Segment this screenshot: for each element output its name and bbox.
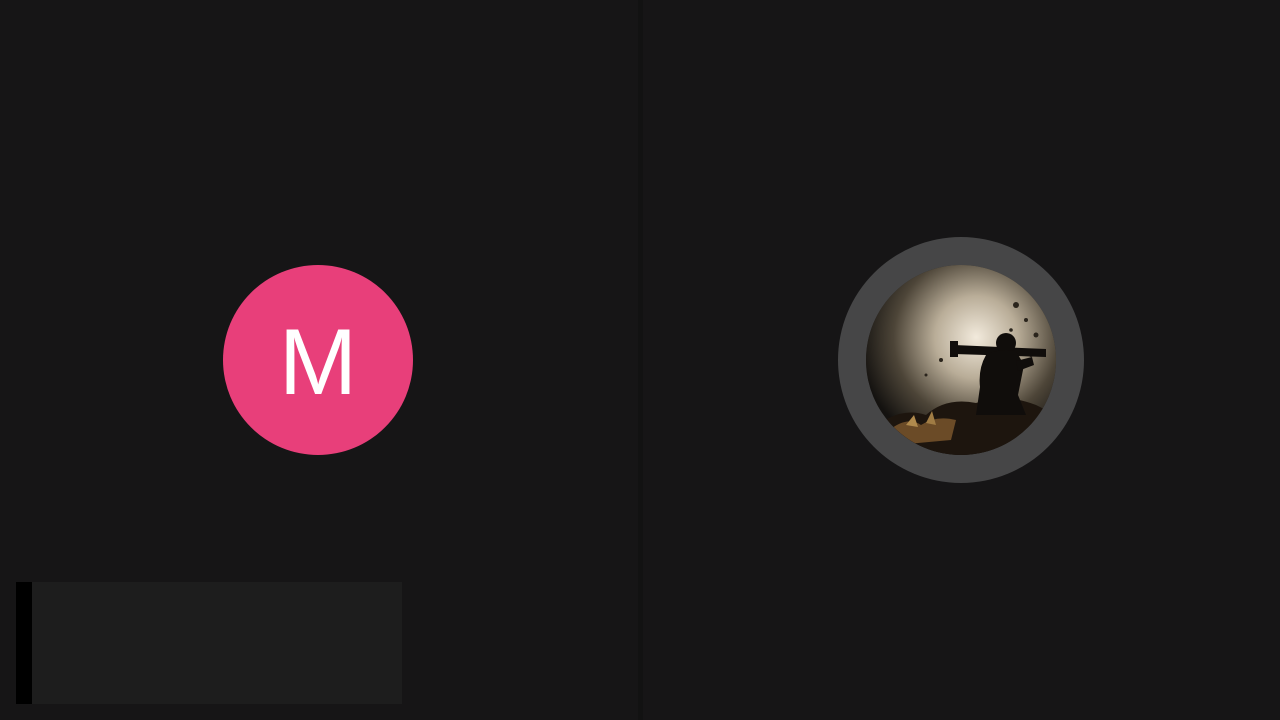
soldier-silhouette-photo-icon bbox=[866, 265, 1056, 455]
initial-avatar: M bbox=[223, 265, 413, 455]
profile-photo-avatar bbox=[866, 265, 1056, 455]
speaking-indicator-ring bbox=[838, 237, 1084, 483]
video-call-grid: M bbox=[0, 0, 1280, 720]
self-view-preview[interactable] bbox=[16, 582, 402, 704]
avatar-initial: M bbox=[278, 309, 358, 414]
self-view-accent-bar bbox=[16, 582, 32, 704]
